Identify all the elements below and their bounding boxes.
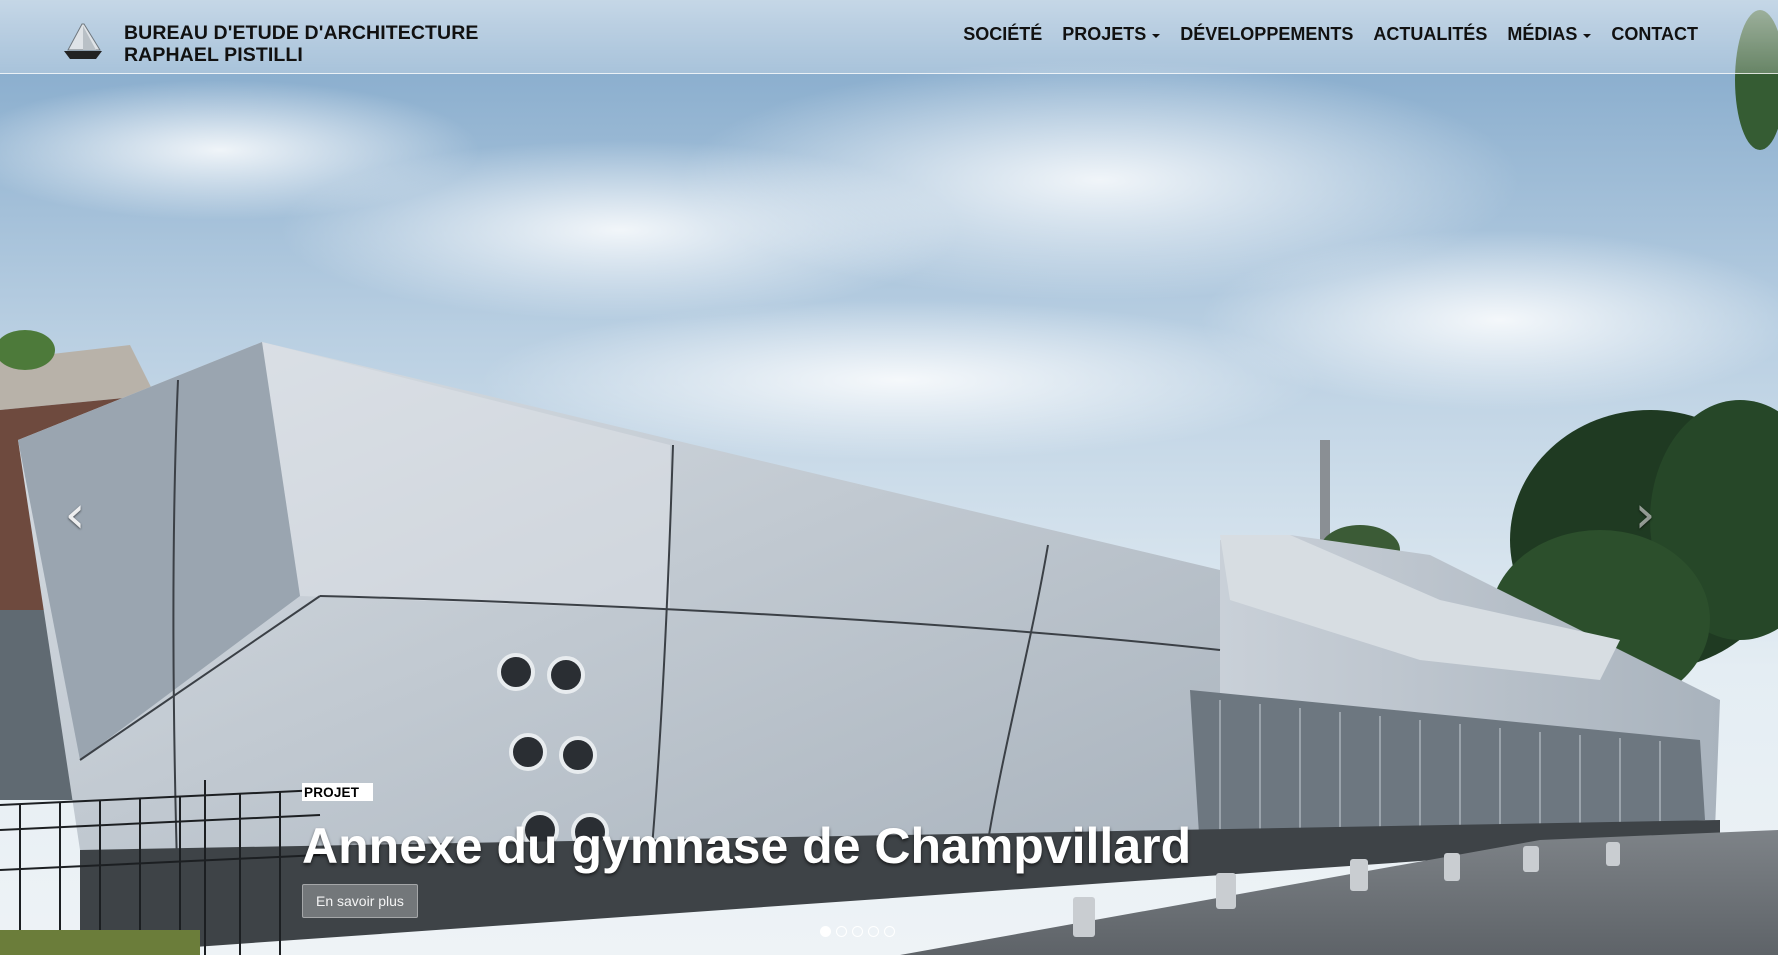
brand-name-line1: BUREAU D'ETUDE D'ARCHITECTURE — [124, 22, 479, 44]
nav-item-label: MÉDIAS — [1507, 24, 1578, 44]
chevron-left-icon: ‹ — [64, 485, 86, 545]
brand-name-line2: RAPHAEL PISTILLI — [124, 44, 303, 66]
nav-item-medias[interactable]: MÉDIAS — [1507, 24, 1592, 45]
read-more-button[interactable]: En savoir plus — [302, 884, 418, 918]
carousel-indicator[interactable] — [820, 926, 831, 937]
nav-item-developpements[interactable]: DÉVELOPPEMENTS — [1180, 24, 1353, 45]
carousel-indicator[interactable] — [852, 926, 863, 937]
nav-item-actualites[interactable]: ACTUALITÉS — [1373, 24, 1487, 45]
nav-item-projets[interactable]: PROJETS — [1062, 24, 1161, 45]
carousel-indicator[interactable] — [836, 926, 847, 937]
carousel-indicator[interactable] — [884, 926, 895, 937]
slide-title: Annexe du gymnase de Champvillard — [302, 818, 1192, 874]
slide-caption: PROJET Annexe du gymnase de Champvillard… — [302, 783, 1191, 918]
carousel-prev-button[interactable]: ‹ — [55, 489, 95, 541]
nav-item-contact[interactable]: CONTACT — [1611, 24, 1698, 45]
brand[interactable]: BUREAU D'ETUDE D'ARCHITECTURE RAPHAEL PI… — [60, 22, 479, 66]
main-nav: SOCIÉTÉ PROJETS DÉVELOPPEMENTS ACTUALITÉ… — [943, 24, 1698, 45]
caret-down-icon — [1152, 33, 1161, 38]
nav-item-societe[interactable]: SOCIÉTÉ — [963, 24, 1042, 45]
carousel-indicator[interactable] — [868, 926, 879, 937]
carousel-indicators — [820, 926, 900, 937]
nav-item-label: DÉVELOPPEMENTS — [1180, 24, 1354, 44]
sailboat-logo — [64, 23, 102, 59]
site-header: BUREAU D'ETUDE D'ARCHITECTURE RAPHAEL PI… — [0, 0, 1778, 74]
nav-item-label: PROJETS — [1062, 24, 1147, 44]
slide-category-badge: PROJET — [302, 783, 374, 801]
chevron-right-icon: › — [1634, 485, 1656, 545]
nav-item-label: SOCIÉTÉ — [963, 24, 1043, 44]
caret-down-icon — [1583, 33, 1592, 38]
nav-item-label: CONTACT — [1611, 24, 1698, 44]
nav-item-label: ACTUALITÉS — [1373, 24, 1488, 44]
carousel-next-button[interactable]: › — [1625, 489, 1665, 541]
